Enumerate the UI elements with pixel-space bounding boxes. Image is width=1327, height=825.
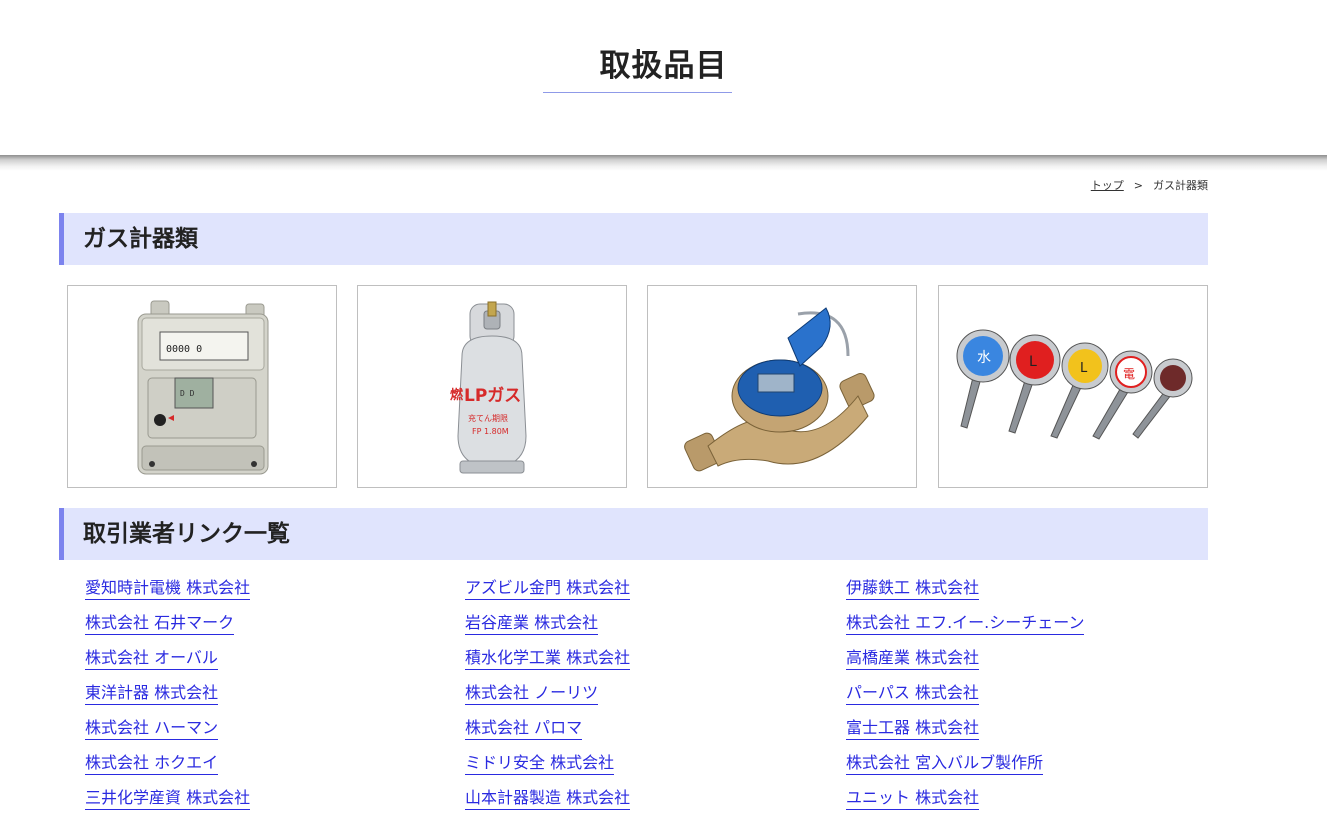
vendor-link[interactable]: 株式会社 エフ.イー.シーチェーン	[846, 613, 1085, 635]
vendor-link[interactable]: ミドリ安全 株式会社	[465, 753, 615, 775]
vendor-link[interactable]: ユニット 株式会社	[846, 788, 980, 810]
title-underline	[543, 92, 732, 93]
marker-pin-label-3: L	[1080, 361, 1088, 376]
lp-gas-label-sub2: FP 1.80M	[472, 427, 509, 436]
lp-gas-label-kanji: 燃	[450, 387, 464, 403]
marker-pin-label-1: 水	[977, 350, 991, 366]
svg-text:0000 0: 0000 0	[166, 344, 202, 355]
vendor-link[interactable]: 伊藤鉄工 株式会社	[846, 578, 980, 600]
product-card-marker-pins[interactable]: 水 L L 電	[938, 285, 1208, 488]
vendor-link[interactable]: 株式会社 ホクエイ	[85, 753, 219, 775]
lp-gas-cylinder-image: 燃 LPガス 充てん期限 FP 1.80M	[450, 301, 527, 474]
vendor-link[interactable]: 株式会社 石井マーク	[85, 613, 235, 635]
page-header: 取扱品目	[0, 0, 1327, 155]
gas-meter-panel-text: D D	[180, 389, 195, 398]
vendor-link[interactable]: 東洋計器 株式会社	[85, 683, 219, 705]
header-shadow-divider	[0, 155, 1327, 171]
breadcrumb: トップ > ガス計器類	[1091, 177, 1208, 193]
product-card-lp-gas-cylinder[interactable]: 燃 LPガス 充てん期限 FP 1.80M	[357, 285, 627, 488]
breadcrumb-home-link[interactable]: トップ	[1091, 179, 1124, 192]
water-meter-image	[684, 307, 875, 472]
vendor-link[interactable]: 愛知時計電機 株式会社	[85, 578, 251, 600]
marker-pin-label-4: 電	[1123, 367, 1135, 381]
product-gallery: 0000 0 D D 燃 LPガス 充てん期限 FP 1.80M 水 L L 電	[67, 285, 1208, 488]
section-heading-vendor-links: 取引業者リンク一覧	[59, 508, 1208, 560]
section-heading-gas-meters: ガス計器類	[59, 213, 1208, 265]
gas-meter-image: 0000 0 D D	[137, 300, 269, 475]
vendor-link[interactable]: 富士工器 株式会社	[846, 718, 980, 740]
vendor-link[interactable]: 株式会社 ハーマン	[85, 718, 219, 740]
page-title: 取扱品目	[599, 48, 728, 84]
vendor-link[interactable]: 岩谷産業 株式会社	[465, 613, 599, 635]
vendor-link[interactable]: 株式会社 宮入バルブ製作所	[846, 753, 1044, 775]
vendor-link[interactable]: 株式会社 パロマ	[465, 718, 583, 740]
vendor-link[interactable]: 高橋産業 株式会社	[846, 648, 980, 670]
marker-pins-image: 水 L L 電	[956, 329, 1193, 440]
vendor-link[interactable]: 積水化学工業 株式会社	[465, 648, 631, 670]
vendor-link[interactable]: 三井化学産資 株式会社	[85, 788, 251, 810]
vendor-link[interactable]: 株式会社 ノーリツ	[465, 683, 599, 705]
vendor-link[interactable]: 株式会社 オーバル	[85, 648, 218, 670]
vendor-link[interactable]: パーパス 株式会社	[846, 683, 979, 705]
vendor-link[interactable]: 山本計器製造 株式会社	[465, 788, 631, 810]
lp-gas-label-main: LPガス	[464, 386, 521, 406]
product-card-gas-meter[interactable]: 0000 0 D D	[67, 285, 337, 488]
breadcrumb-separator: >	[1133, 179, 1143, 192]
product-card-water-meter[interactable]	[647, 285, 917, 488]
marker-pin-label-2: L	[1029, 354, 1037, 370]
vendor-link[interactable]: アズビル金門 株式会社	[465, 578, 631, 600]
lp-gas-label-sub1: 充てん期限	[468, 413, 508, 423]
breadcrumb-current: ガス計器類	[1153, 179, 1208, 192]
